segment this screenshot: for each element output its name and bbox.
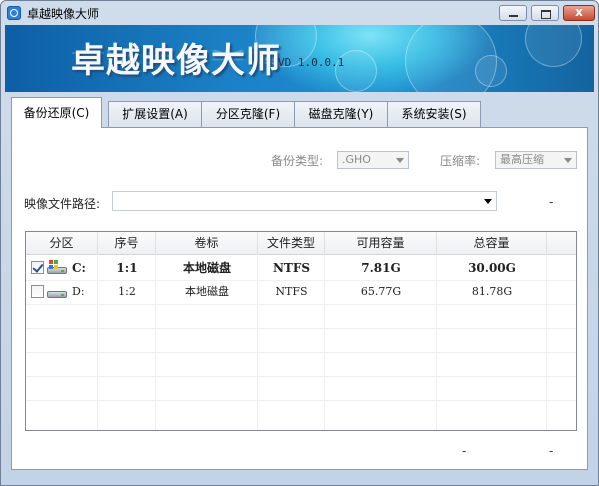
image-path-status: - (549, 195, 554, 209)
backup-restore-panel: 备份类型: .GHO 压缩率: 最高压缩 映像文件路径: - 分区 序号 卷标 … (11, 127, 588, 470)
tab-disk-clone[interactable]: 磁盘克隆(Y) (294, 101, 388, 127)
cell-label: 本地磁盘 (185, 285, 229, 298)
image-path-label: 映像文件路径: (24, 197, 101, 211)
column-header-label[interactable]: 卷标 (156, 232, 258, 254)
app-logo-icon (7, 6, 21, 20)
column-header-index[interactable]: 序号 (98, 232, 156, 254)
tab-backup-restore[interactable]: 备份还原(C) (11, 97, 102, 128)
cell-filesystem: NTFS (275, 285, 308, 298)
cell-index: 1:1 (116, 261, 138, 275)
grid-line (26, 376, 576, 377)
column-header-partition[interactable]: 分区 (26, 232, 98, 254)
banner-decoration (525, 25, 582, 67)
drive-letter: C: (72, 261, 86, 275)
tab-system-install[interactable]: 系统安装(S) (387, 101, 481, 127)
close-icon: x (575, 5, 583, 19)
table-header: 分区 序号 卷标 文件类型 可用容量 总容量 (26, 232, 576, 255)
status-left: - (462, 444, 467, 458)
tab-hotkey: (F) (263, 107, 281, 121)
maximize-button[interactable] (531, 5, 559, 21)
cell-total: 81.78G (471, 285, 513, 298)
compression-select[interactable]: 最高压缩 (495, 151, 577, 169)
partition-table: 分区 序号 卷标 文件类型 可用容量 总容量 C: 1:1 本地磁盘 NTFS … (25, 231, 577, 431)
cell-total: 30.00G (468, 261, 516, 275)
tab-label: 备份还原 (23, 106, 72, 120)
drive-letter: D: (72, 285, 85, 298)
chevron-down-icon (396, 158, 404, 163)
cell-index: 1:2 (118, 285, 136, 298)
close-button[interactable]: x (563, 5, 595, 21)
partition-checkbox[interactable] (31, 261, 44, 274)
column-header-free[interactable]: 可用容量 (325, 232, 437, 254)
cell-filesystem: NTFS (272, 261, 311, 275)
column-header-filesystem[interactable]: 文件类型 (258, 232, 325, 254)
system-drive-icon (47, 260, 67, 274)
tab-hotkey: (C) (71, 106, 90, 120)
image-path-combobox[interactable] (112, 191, 497, 211)
tab-partition-clone[interactable]: 分区克隆(F) (201, 101, 295, 127)
banner-title: 卓越映像大师 (71, 41, 281, 81)
title-bar: 卓越映像大师 x (1, 1, 598, 25)
tab-hotkey: (S) (449, 107, 467, 121)
tab-label: 扩展设置 (122, 107, 171, 121)
cell-free: 65.77G (360, 285, 402, 298)
grid-line (26, 352, 576, 353)
table-row[interactable]: D: 1:2 本地磁盘 NTFS 65.77G 81.78G (26, 280, 576, 305)
banner-decoration (475, 55, 507, 87)
cell-label: 本地磁盘 (182, 261, 231, 275)
compression-label: 压缩率: (440, 154, 481, 168)
window-title: 卓越映像大师 (27, 7, 100, 21)
tab-hotkey: (Y) (356, 107, 374, 121)
status-right: - (549, 444, 554, 458)
tab-label: 磁盘克隆 (308, 107, 357, 121)
tab-label: 系统安装 (401, 107, 450, 121)
grid-line (26, 400, 576, 401)
version-label: VD 1.0.0.1 (278, 56, 345, 69)
app-window: 卓越映像大师 x 卓越映像大师 卓越映像大师 VD 1.0.0.1 备份还原(C… (0, 0, 599, 486)
compression-value: 最高压缩 (500, 153, 544, 166)
grid-line (26, 328, 576, 329)
cell-free: 7.81G (361, 261, 401, 275)
backup-type-value: .GHO (342, 153, 371, 166)
drive-icon (47, 286, 67, 298)
partition-checkbox[interactable] (31, 285, 44, 298)
minimize-button[interactable] (499, 5, 527, 21)
backup-type-select[interactable]: .GHO (337, 151, 409, 169)
chevron-down-icon (484, 199, 492, 204)
header-banner: 卓越映像大师 卓越映像大师 VD 1.0.0.1 (5, 25, 594, 92)
tab-label: 分区克隆 (215, 107, 264, 121)
tab-hotkey: (A) (170, 107, 188, 121)
table-row[interactable]: C: 1:1 本地磁盘 NTFS 7.81G 30.00G (26, 256, 576, 281)
tab-extended-settings[interactable]: 扩展设置(A) (108, 101, 202, 127)
column-header-total[interactable]: 总容量 (437, 232, 547, 254)
chevron-down-icon (564, 158, 572, 163)
backup-type-label: 备份类型: (271, 154, 324, 168)
